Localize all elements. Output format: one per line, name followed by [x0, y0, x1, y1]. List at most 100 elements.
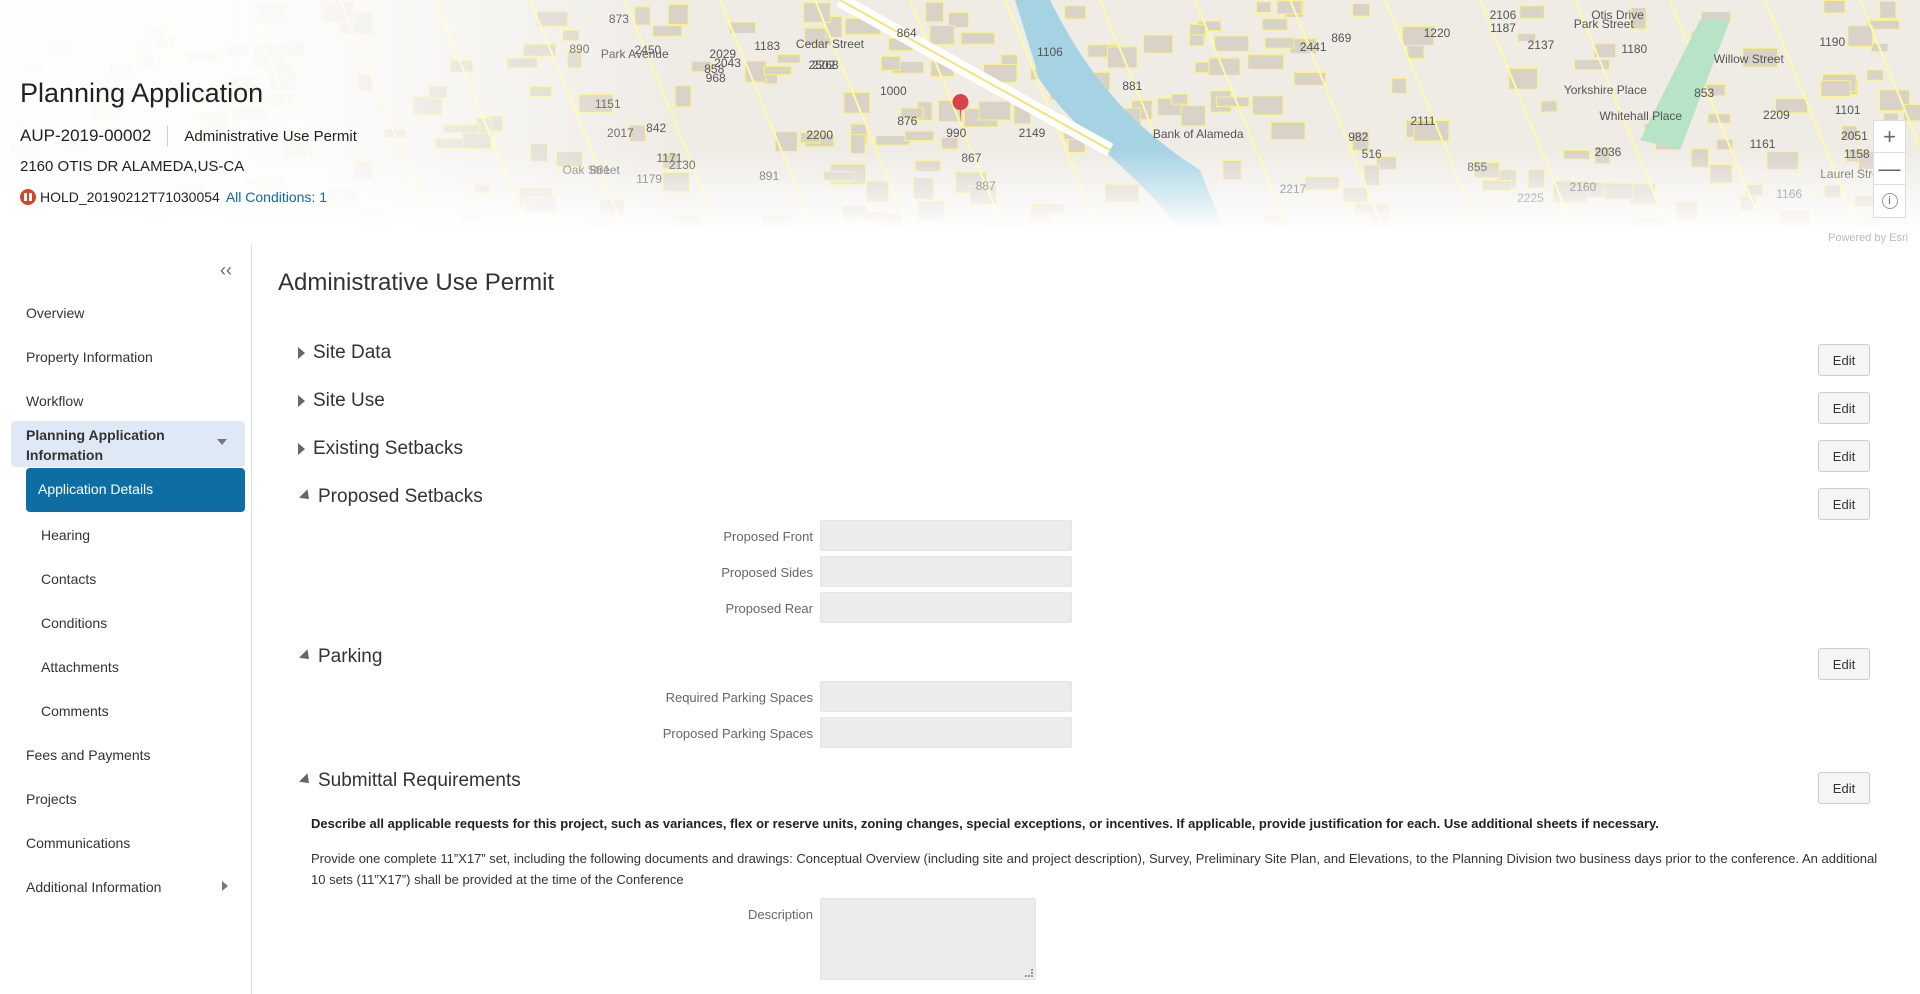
sidebar-group-label: Planning Application Information [26, 427, 165, 463]
map-building [1106, 46, 1138, 69]
map-building [1879, 0, 1897, 19]
sidebar-item-attachments[interactable]: Attachments [41, 659, 119, 675]
sidebar-item-fees-and-payments[interactable]: Fees and Payments [26, 747, 151, 763]
section-title: Parking [318, 646, 383, 667]
map[interactable]: Otis Drive Yorkshire Place Whitehall Place… [0, 0, 1920, 245]
proposed-sides-input[interactable] [820, 556, 1072, 587]
field-label: Proposed Sides [721, 565, 813, 580]
description-textarea[interactable] [820, 898, 1036, 980]
expand-icon [298, 443, 305, 455]
sidebar-item-hearing[interactable]: Hearing [41, 527, 90, 543]
edit-site-use-button[interactable]: Edit [1818, 392, 1870, 424]
record-type: Administrative Use Permit [184, 127, 357, 145]
sidebar-item-contacts[interactable]: Contacts [41, 571, 96, 587]
sidebar: ‹‹ Overview Property Information Workflo… [0, 245, 252, 994]
sidebar-item-application-details[interactable]: Application Details [26, 468, 245, 512]
record-id: AUP-2019-00002 [20, 126, 152, 145]
map-attribution: Powered by Esri [1828, 232, 1909, 244]
map-label: 2137 [1527, 37, 1555, 52]
submittal-instruction: Describe all applicable requests for thi… [311, 816, 1659, 831]
edit-submittal-requirements-button[interactable]: Edit [1818, 772, 1870, 804]
edit-existing-setbacks-button[interactable]: Edit [1818, 440, 1870, 472]
sidebar-item-comments[interactable]: Comments [41, 703, 109, 719]
section-site-data[interactable]: Site Data [298, 342, 391, 364]
field-label: Required Parking Spaces [665, 690, 813, 705]
map-label: Bank of Alameda [1152, 126, 1244, 141]
collapse-icon [299, 649, 314, 664]
map-building [1866, 69, 1884, 81]
map-label: 982 [1348, 130, 1369, 145]
sidebar-item-overview[interactable]: Overview [26, 305, 84, 321]
collapse-sidebar-icon[interactable]: ‹‹ [220, 260, 232, 281]
map-building [1261, 18, 1288, 31]
map-label: 1106 [1037, 44, 1063, 59]
section-proposed-setbacks[interactable]: Proposed Setbacks [298, 486, 483, 508]
map-label: 1161 [1749, 137, 1776, 152]
edit-site-data-button[interactable]: Edit [1818, 344, 1870, 376]
all-conditions-link[interactable]: All Conditions: 1 [226, 189, 327, 205]
map-building [1391, 77, 1407, 94]
sidebar-item-projects[interactable]: Projects [26, 791, 77, 807]
map-building [1823, 0, 1846, 14]
chevron-right-icon [222, 881, 228, 891]
map-label: 1101 [1834, 103, 1861, 118]
map-building [1352, 3, 1371, 17]
zoom-out-button[interactable]: — [1874, 153, 1905, 185]
map-building [1255, 1, 1272, 13]
section-title: Proposed Setbacks [318, 486, 483, 507]
edit-proposed-setbacks-button[interactable]: Edit [1818, 488, 1870, 520]
map-label: 1180 [1621, 41, 1648, 56]
map-building [1264, 37, 1295, 49]
required-parking-spaces-input[interactable] [820, 681, 1072, 712]
field-label: Proposed Front [723, 529, 813, 544]
section-submittal-requirements[interactable]: Submittal Requirements [298, 770, 521, 792]
map-label: Yorkshire Place [1563, 83, 1647, 98]
divider [167, 126, 169, 146]
map-building [1540, 100, 1558, 113]
sidebar-item-additional-information[interactable]: Additional Information [26, 879, 161, 895]
map-building [1519, 5, 1545, 19]
section-title: Existing Setbacks [313, 438, 463, 459]
edit-parking-button[interactable]: Edit [1818, 648, 1870, 680]
section-site-use[interactable]: Site Use [298, 390, 385, 412]
sidebar-item-communications[interactable]: Communications [26, 835, 130, 851]
map-building [1064, 5, 1087, 20]
map-label: 2051 [1841, 128, 1868, 143]
proposed-rear-input[interactable] [820, 592, 1072, 623]
sidebar-group-planning-application-information[interactable]: Planning Application Information [11, 421, 245, 467]
map-label: 990 [946, 126, 967, 141]
sidebar-item-conditions[interactable]: Conditions [41, 615, 107, 631]
section-existing-setbacks[interactable]: Existing Setbacks [298, 438, 463, 460]
section-parking[interactable]: Parking [298, 646, 382, 668]
map-building [1574, 59, 1610, 71]
map-building [904, 130, 935, 142]
map-building [978, 100, 1012, 121]
map-building [1143, 34, 1174, 54]
map-label: 2209 [1763, 108, 1790, 123]
map-label: 2441 [1299, 40, 1327, 55]
hold-pause-icon [20, 189, 36, 205]
map-label: 853 [1694, 85, 1715, 100]
map-building [1847, 25, 1874, 47]
chevron-down-icon [217, 439, 227, 445]
field-label: Proposed Rear [725, 601, 813, 616]
field-label: Proposed Parking Spaces [662, 726, 813, 741]
info-glyph: i [1881, 193, 1898, 209]
collapse-icon [299, 489, 314, 504]
sidebar-item-workflow[interactable]: Workflow [26, 393, 83, 409]
proposed-front-input[interactable] [820, 520, 1072, 551]
page-header-title: Planning Application [20, 78, 264, 108]
map-label: Park Street [1573, 16, 1634, 31]
map-building [929, 25, 955, 45]
zoom-in-button[interactable]: + [1874, 121, 1905, 153]
map-building [1820, 80, 1851, 98]
map-label: Willow Street [1713, 52, 1784, 67]
section-title: Submittal Requirements [318, 770, 521, 791]
proposed-parking-spaces-input[interactable] [820, 717, 1072, 748]
collapse-icon [299, 773, 314, 788]
expand-icon [298, 347, 305, 359]
map-building [1247, 54, 1285, 70]
info-icon[interactable]: i [1874, 185, 1905, 217]
map-building [1188, 34, 1205, 47]
sidebar-item-property-information[interactable]: Property Information [26, 349, 153, 365]
